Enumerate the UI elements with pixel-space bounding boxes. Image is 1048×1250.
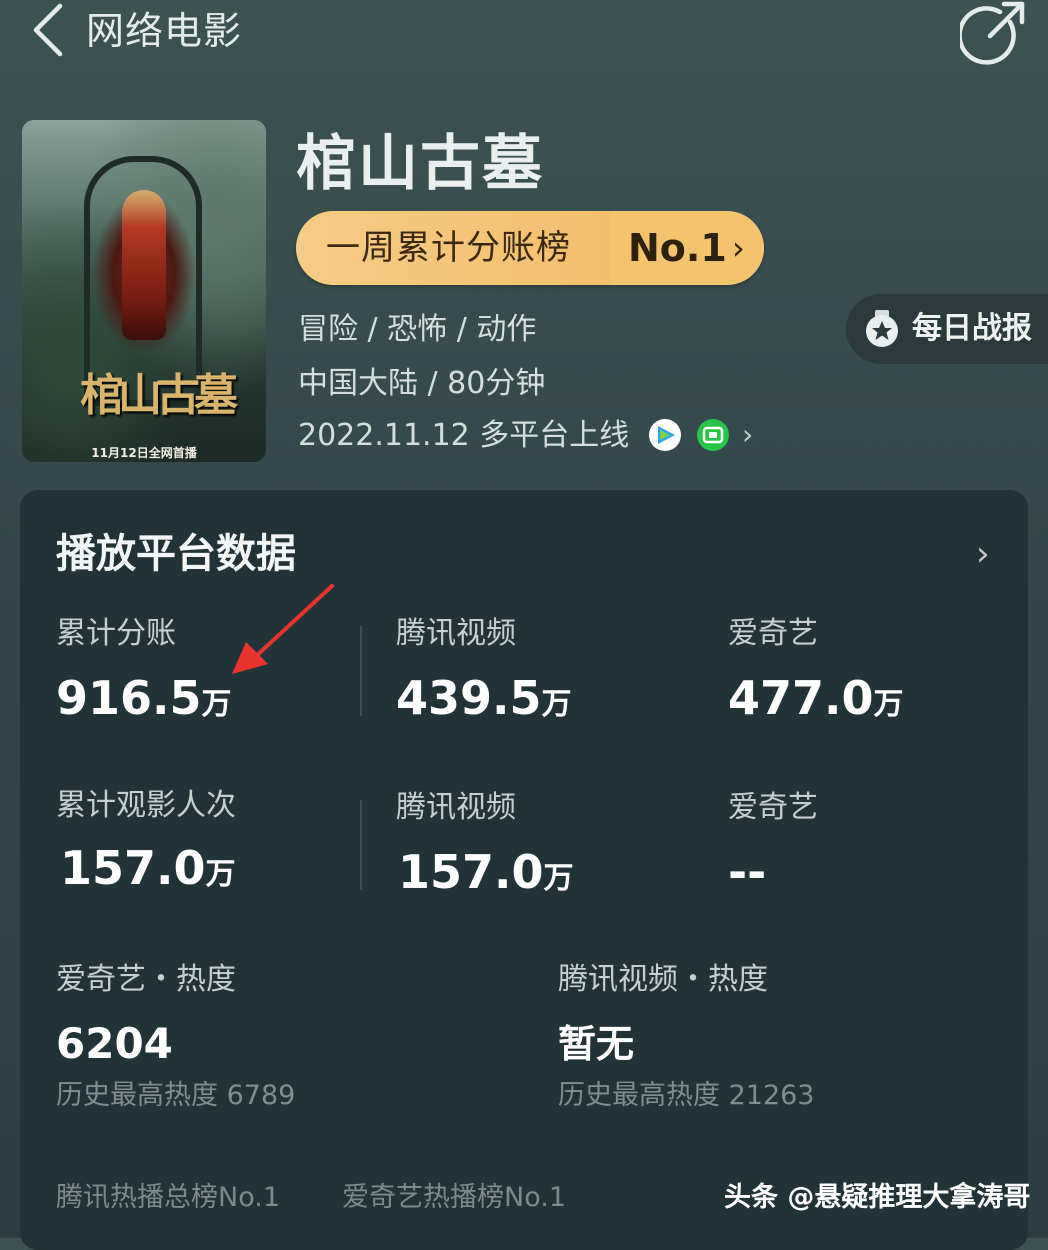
total-revenue-value: 916.5万 bbox=[56, 671, 232, 725]
annotation-arrow-icon bbox=[232, 584, 334, 674]
chevron-right-icon: › bbox=[732, 229, 745, 267]
movie-title: 棺山古墓 bbox=[296, 129, 544, 199]
divider bbox=[360, 800, 362, 890]
tencent-heat-value: 暂无 bbox=[558, 1022, 635, 1066]
daily-report-button[interactable]: 每日战报 bbox=[846, 294, 1048, 364]
iqiyi-revenue-value: 477.0万 bbox=[728, 671, 904, 725]
chevron-right-icon[interactable]: › bbox=[742, 418, 753, 452]
release-text: 2022.11.12 多平台上线 bbox=[298, 418, 630, 453]
total-revenue-label: 累计分账 bbox=[56, 616, 176, 651]
iqiyi-viewers-label: 爱奇艺 bbox=[728, 790, 818, 825]
page-title: 网络电影 bbox=[86, 9, 243, 53]
rank-value-box: No.1 › bbox=[610, 211, 764, 285]
iqiyi-heat-history: 历史最高热度 6789 bbox=[56, 1080, 296, 1111]
card-title: 播放平台数据 bbox=[56, 531, 296, 577]
iqiyi-viewers-value: -- bbox=[728, 845, 767, 899]
tencent-viewers-value: 157.0万 bbox=[398, 845, 574, 899]
movie-poster[interactable]: 棺山古墓 11月12日全网首播 bbox=[22, 120, 266, 462]
total-viewers-label: 累计观影人次 bbox=[56, 788, 236, 823]
divider bbox=[360, 626, 362, 716]
iqiyi-heat-value: 6204 bbox=[56, 1019, 173, 1068]
tencent-revenue-label: 腾讯视频 bbox=[396, 616, 516, 651]
iqiyi-icon[interactable] bbox=[696, 418, 730, 452]
medal-icon bbox=[866, 310, 898, 347]
tencent-viewers-label: 腾讯视频 bbox=[396, 790, 516, 825]
tencent-heat-history: 历史最高热度 21263 bbox=[558, 1080, 815, 1111]
rank-badge[interactable]: 一周累计分账榜 No.1 › bbox=[296, 211, 764, 285]
daily-report-label: 每日战报 bbox=[912, 311, 1032, 346]
iqiyi-revenue-label: 爱奇艺 bbox=[728, 616, 818, 651]
chevron-left-icon[interactable] bbox=[28, 2, 68, 58]
poster-title-art: 棺山古墓 bbox=[80, 370, 238, 421]
iqiyi-heat-label: 爱奇艺・热度 bbox=[56, 962, 236, 997]
poster-release-text: 11月12日全网首播 bbox=[91, 446, 197, 460]
poster-figure bbox=[122, 190, 166, 340]
share-icon[interactable] bbox=[960, 0, 1030, 66]
footer-tag-iqiyi[interactable]: 爱奇艺热播榜No.1 bbox=[342, 1180, 566, 1216]
rank-value: No.1 bbox=[628, 226, 727, 270]
tencent-heat-label: 腾讯视频・热度 bbox=[558, 962, 768, 997]
footer-tag-tencent[interactable]: 腾讯热播总榜No.1 bbox=[56, 1180, 280, 1216]
rank-label: 一周累计分账榜 bbox=[326, 228, 571, 268]
tencent-video-icon[interactable] bbox=[648, 418, 682, 452]
chevron-right-icon[interactable]: › bbox=[976, 532, 990, 576]
tencent-revenue-value: 439.5万 bbox=[396, 671, 572, 725]
total-viewers-value: 157.0万 bbox=[60, 841, 236, 895]
watermark: 头条 @悬疑推理大拿涛哥 bbox=[724, 1182, 1031, 1213]
region-duration-text: 中国大陆 / 80分钟 bbox=[298, 366, 546, 401]
genre-text: 冒险 / 恐怖 / 动作 bbox=[298, 312, 537, 347]
